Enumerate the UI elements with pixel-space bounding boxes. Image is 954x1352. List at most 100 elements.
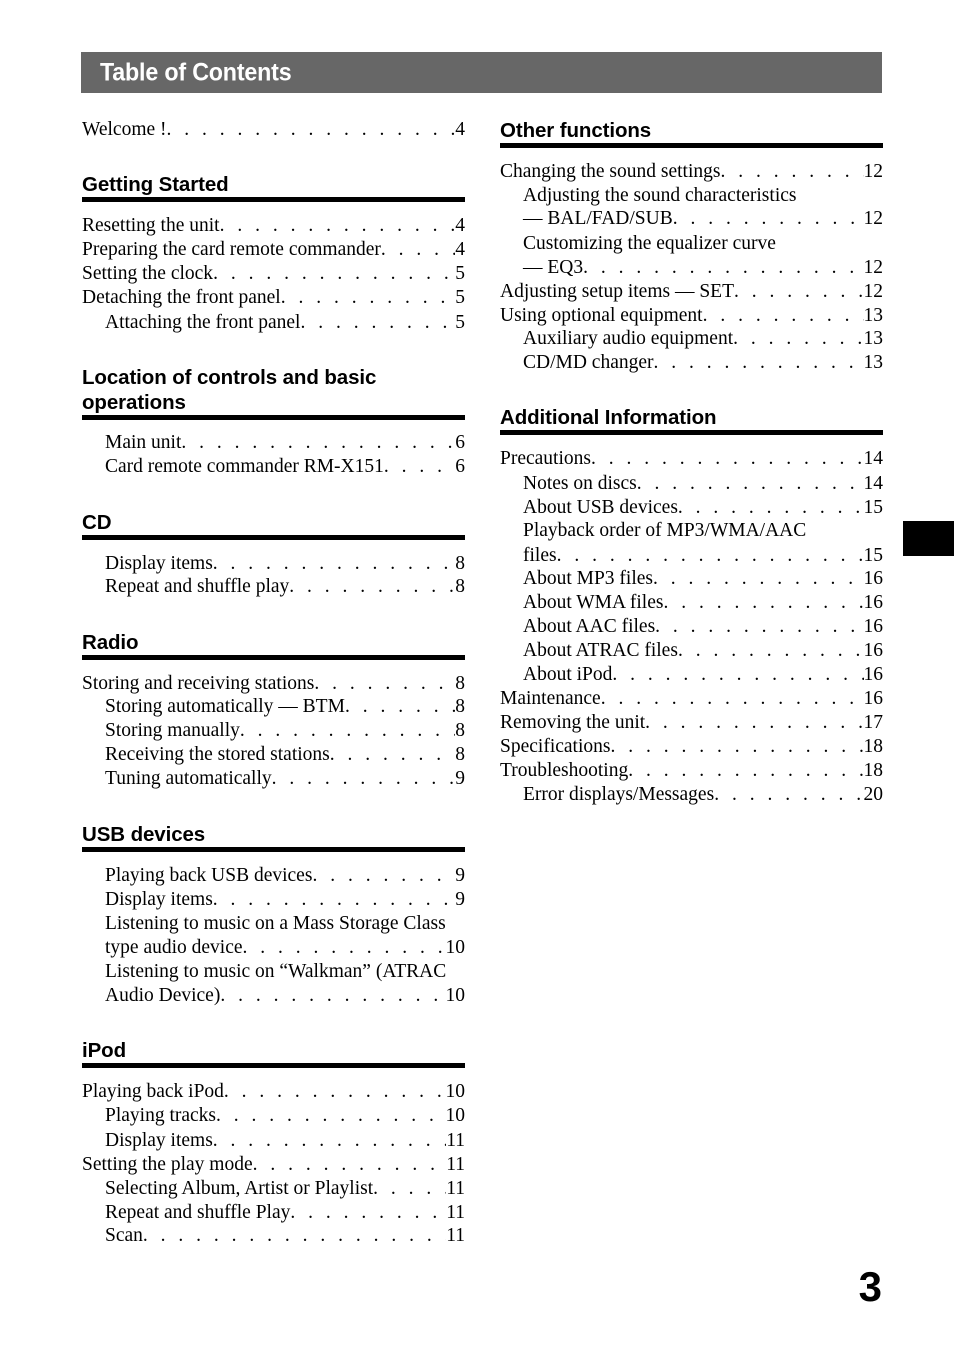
toc-entry-label-cont: type audio device	[105, 937, 243, 959]
toc-entry-label: Card remote commander RM-X151	[105, 456, 384, 478]
toc-entry-label: Repeat and shuffle play	[105, 576, 290, 598]
toc-entry-display-items[interactable]: Display items 11	[82, 1129, 465, 1153]
toc-entry-about-usb-devices[interactable]: About USB devices 15	[500, 496, 883, 520]
toc-entry-page: 15	[863, 496, 884, 518]
toc-entry-label: Attaching the front panel	[105, 311, 301, 333]
toc-entry-label: Storing and receiving stations	[82, 672, 315, 694]
toc-entry-welcome[interactable]: Welcome ! 4	[82, 118, 465, 142]
toc-entry-repeat-and-shuffle-play[interactable]: Repeat and shuffle Play 11	[82, 1201, 465, 1225]
toc-entry-list: Main unit 6 Card remote commander RM-X151 6	[82, 431, 465, 479]
toc-entry-maintenance[interactable]: Maintenance 16	[500, 687, 883, 711]
toc-entry-card-remote-commander-rm-x151[interactable]: Card remote commander RM-X151 6	[82, 455, 465, 479]
section-heading: Radio	[82, 630, 139, 654]
toc-entry-label: Notes on discs	[523, 472, 637, 494]
toc-entry-about-atrac-files[interactable]: About ATRAC files 16	[500, 639, 883, 663]
toc-column-right: Other functions Changing the sound settin…	[500, 118, 883, 807]
toc-entry-label: Detaching the front panel	[82, 287, 281, 309]
toc-section-getting-started: Getting Started Resetting the unit4Prepar…	[82, 172, 465, 335]
toc-entry-display-items[interactable]: Display items 9	[82, 888, 465, 912]
dot-leader	[330, 743, 456, 767]
toc-entry-label: About ATRAC files	[523, 639, 678, 661]
toc-entry-adjusting-setup-items-set[interactable]: Adjusting setup items — SET 12	[500, 280, 883, 304]
toc-entry-label: Maintenance	[500, 687, 601, 709]
toc-entry-page: 4	[455, 214, 465, 236]
toc-entry-tuning-automatically[interactable]: Tuning automatically 9	[82, 767, 465, 791]
toc-entry-about-ipod[interactable]: About iPod 16	[500, 663, 883, 687]
toc-entry-page: 8	[455, 719, 465, 741]
dot-leader	[240, 719, 455, 743]
toc-entry-cd-md-changer[interactable]: CD/MD changer 13	[500, 351, 883, 375]
toc-entry-page: 9	[455, 768, 465, 790]
toc-entry-storing-automatically-btm[interactable]: Storing automatically — BTM 8	[82, 695, 465, 719]
toc-entry-about-mp3-files[interactable]: About MP3 files 16	[500, 567, 883, 591]
toc-entry-specifications[interactable]: Specifications 18	[500, 735, 883, 759]
dot-leader	[373, 1177, 446, 1201]
toc-entry-label-cont: files	[523, 544, 557, 566]
toc-entry-storing-and-receiving-stations[interactable]: Storing and receiving stations 8	[82, 672, 465, 696]
toc-entry-removing-the-unit[interactable]: Removing the unit 17	[500, 711, 883, 735]
toc-entry-main-unit[interactable]: Main unit 6	[82, 431, 465, 455]
dot-leader	[290, 1201, 446, 1225]
toc-entry-preparing-the-card-remote-commander[interactable]: Preparing the card remote commander 4	[82, 238, 465, 262]
dot-leader	[610, 735, 863, 759]
section-heading: Getting Started	[82, 173, 229, 197]
dot-leader	[557, 544, 864, 568]
toc-entry-display-items[interactable]: Display items 8	[82, 552, 465, 576]
toc-entry-label: Playing back USB devices	[105, 864, 313, 886]
toc-entry-setting-the-play-mode[interactable]: Setting the play mode 11	[82, 1153, 465, 1177]
toc-entry-playing-tracks[interactable]: Playing tracks 10	[82, 1104, 465, 1128]
toc-entry-label: About WMA files	[523, 592, 664, 614]
toc-entry-page: 11	[446, 1177, 465, 1199]
toc-entry-selecting-album-artist-or-playlist[interactable]: Selecting Album, Artist or Playlist 11	[82, 1177, 465, 1201]
toc-entry-precautions[interactable]: Precautions 14	[500, 447, 883, 471]
dot-leader	[663, 591, 863, 615]
toc-section-ipod: iPod Playing back iPod10Playing tracks10D…	[82, 1038, 465, 1248]
toc-entry-listening-to-music-on-walkman-atrac[interactable]: Listening to music on “Walkman” (ATRAC Au…	[82, 960, 465, 1008]
dot-leader	[312, 864, 455, 888]
toc-entry-list: Playing back iPod10Playing tracks10Displ…	[82, 1080, 465, 1248]
toc-entry-detaching-the-front-panel[interactable]: Detaching the front panel 5	[82, 286, 465, 310]
toc-entry-page: 15	[863, 544, 884, 566]
toc-entry-setting-the-clock[interactable]: Setting the clock 5	[82, 262, 465, 286]
toc-entry-label: Repeat and shuffle Play	[105, 1201, 291, 1223]
toc-entry-notes-on-discs[interactable]: Notes on discs 14	[500, 472, 883, 496]
toc-entry-changing-the-sound-settings[interactable]: Changing the sound settings 12	[500, 160, 883, 184]
toc-entry-label-cont: Audio Device)	[105, 985, 221, 1007]
toc-entry-bal-fad-sub[interactable]: — BAL/FAD/SUB 12	[500, 207, 883, 231]
toc-entry-page: 5	[455, 263, 465, 285]
dot-leader	[289, 575, 455, 599]
toc-entry-receiving-the-stored-stations[interactable]: Receiving the stored stations 8	[82, 743, 465, 767]
toc-entry-eq3[interactable]: — EQ3 12	[500, 256, 883, 280]
toc-entry-storing-manually[interactable]: Storing manually 8	[82, 719, 465, 743]
toc-entry-label: Specifications	[500, 735, 611, 757]
toc-entry-auxiliary-audio-equipment[interactable]: Auxiliary audio equipment 13	[500, 327, 883, 351]
toc-entry-playing-back-ipod[interactable]: Playing back iPod 10	[82, 1080, 465, 1104]
toc-entry-page: 17	[863, 711, 884, 733]
toc-entry-listening-to-music-on-a-mass-storage-cla[interactable]: Listening to music on a Mass Storage Cla…	[82, 912, 465, 960]
dot-leader	[714, 783, 863, 807]
toc-entry-page: 16	[863, 568, 884, 590]
toc-entry-list: Changing the sound settings 12 Adjusting t…	[500, 160, 883, 376]
toc-entry-page: 16	[863, 663, 884, 685]
toc-entry-playing-back-usb-devices[interactable]: Playing back USB devices 9	[82, 864, 465, 888]
toc-entry-label: About MP3 files	[523, 568, 654, 590]
toc-entry-error-displays-messages[interactable]: Error displays/Messages 20	[500, 783, 883, 807]
toc-entry-label: CD/MD changer	[523, 352, 654, 374]
toc-entry-about-aac-files[interactable]: About AAC files 16	[500, 615, 883, 639]
section-heading: iPod	[82, 1039, 127, 1063]
toc-entry-troubleshooting[interactable]: Troubleshooting 18	[500, 759, 883, 783]
toc-entry-using-optional-equipment[interactable]: Using optional equipment 13	[500, 304, 883, 328]
toc-entry-playback-order-of-mp3-wma-aac[interactable]: Playback order of MP3/WMA/AACfiles 15	[500, 519, 883, 567]
toc-entry-page: 11	[446, 1201, 465, 1223]
dot-leader	[653, 567, 863, 591]
toc-entry-label: Receiving the stored stations	[105, 744, 330, 766]
toc-entry-repeat-and-shuffle-play[interactable]: Repeat and shuffle play 8	[82, 575, 465, 599]
toc-entry-attaching-the-front-panel[interactable]: Attaching the front panel 5	[82, 311, 465, 335]
toc-entry-resetting-the-unit[interactable]: Resetting the unit 4	[82, 214, 465, 238]
dot-leader	[703, 304, 864, 328]
toc-entry-scan[interactable]: Scan 11	[82, 1224, 465, 1248]
toc-entry-about-wma-files[interactable]: About WMA files 16	[500, 591, 883, 615]
